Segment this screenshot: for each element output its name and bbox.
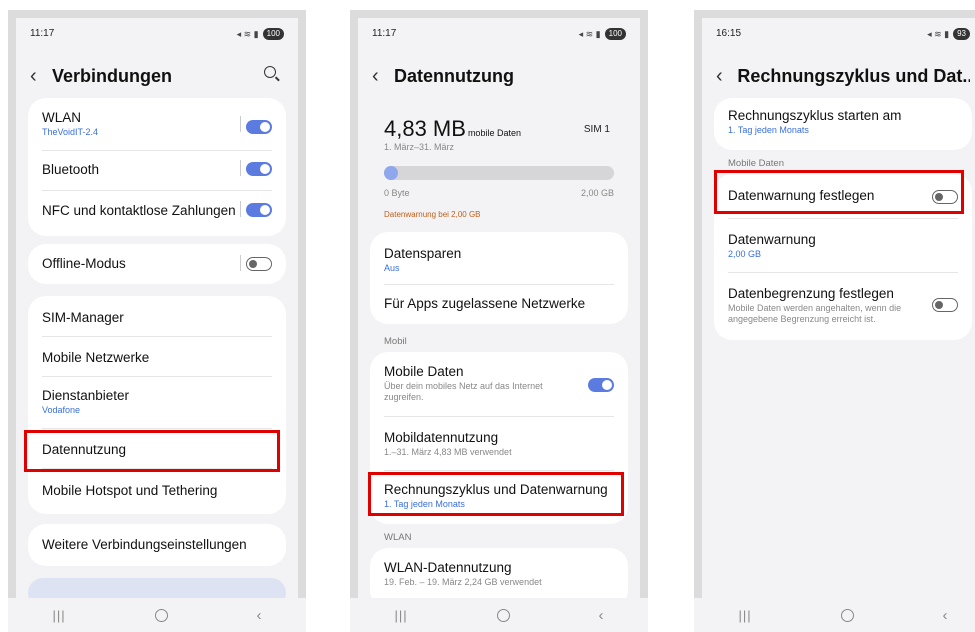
screen-rechnungszyklus: 16:15 ◂ ≋ ▮ 93 ‹ Rechnungszyklus und Dat.…	[694, 10, 975, 632]
nav-bar: ||| ‹	[694, 598, 975, 632]
list-item-wlan[interactable]: WLAN TheVoidIT-2.4	[42, 110, 272, 137]
warning-label: Datenwarnung bei 2,00 GB	[384, 210, 481, 219]
recent-apps-icon[interactable]: |||	[52, 608, 65, 623]
wlan-toggle[interactable]	[246, 120, 272, 134]
signal-icon: ◂ ≋ ▮	[578, 28, 601, 39]
status-time: 11:17	[30, 28, 55, 39]
list-item-sim-manager[interactable]: SIM-Manager	[42, 310, 272, 325]
battery-icon: 93	[953, 28, 970, 40]
app-bar: ‹ Datennutzung	[372, 62, 626, 90]
datenbegrenzung-toggle[interactable]	[932, 298, 958, 312]
list-item-datensparen[interactable]: Datensparen Aus	[384, 246, 614, 273]
usage-unit: mobile Daten	[467, 128, 521, 138]
mobile-data-toggle[interactable]	[588, 378, 614, 392]
home-icon[interactable]	[154, 608, 168, 622]
usage-min: 0 Byte	[384, 188, 410, 198]
card-connectivity: WLAN TheVoidIT-2.4 Bluetooth NFC und kon…	[28, 98, 286, 236]
signal-icon: ◂ ≋ ▮	[927, 28, 950, 39]
back-icon[interactable]: ‹	[30, 65, 52, 88]
list-item-weitere[interactable]: Weitere Verbindungseinstellungen	[42, 537, 272, 552]
list-item-dienstanbieter[interactable]: Dienstanbieter Vodafone	[42, 388, 272, 415]
battery-icon: 100	[604, 28, 626, 40]
list-item-datenwarnung[interactable]: Datenwarnung 2,00 GB	[728, 232, 958, 259]
page-title: Rechnungszyklus und Dat...	[737, 65, 970, 86]
list-item-mobildatennutzung[interactable]: Mobildatennutzung 1.–31. März 4,83 MB ve…	[384, 430, 614, 457]
recent-apps-icon[interactable]: |||	[738, 608, 751, 623]
card-network: SIM-Manager Mobile Netzwerke Dienstanbie…	[28, 296, 286, 514]
usage-summary: 4,83 MB mobile Daten	[384, 116, 521, 142]
card-more: Weitere Verbindungseinstellungen	[28, 524, 286, 566]
usage-value: 4,83 MB	[384, 116, 466, 141]
card-cycle: Rechnungszyklus starten am 1. Tag jeden …	[714, 98, 972, 150]
highlight-box	[368, 472, 624, 516]
bluetooth-toggle[interactable]	[246, 162, 272, 176]
app-bar: ‹ Verbindungen	[30, 62, 284, 90]
nav-back-icon[interactable]: ‹	[257, 607, 262, 624]
nav-bar: ||| ‹	[8, 598, 306, 632]
home-icon[interactable]	[496, 608, 510, 622]
list-item-hotspot[interactable]: Mobile Hotspot und Tethering	[42, 483, 272, 498]
recent-apps-icon[interactable]: |||	[394, 608, 407, 623]
page-title: Datennutzung	[394, 65, 514, 86]
list-item-datenbegrenzung[interactable]: Datenbegrenzung festlegen Mobile Daten w…	[728, 286, 916, 325]
search-icon[interactable]	[264, 66, 276, 78]
app-bar: ‹ Rechnungszyklus und Dat...	[716, 62, 970, 90]
nfc-toggle[interactable]	[246, 203, 272, 217]
page-title: Verbindungen	[52, 65, 173, 86]
status-bar: 11:17 ◂ ≋ ▮ 100	[372, 28, 626, 42]
list-item-mobile-netzwerke[interactable]: Mobile Netzwerke	[42, 350, 272, 365]
home-icon[interactable]	[840, 608, 854, 622]
status-bar: 16:15 ◂ ≋ ▮ 93	[716, 28, 970, 42]
nav-back-icon[interactable]: ‹	[599, 607, 604, 624]
status-time: 16:15	[716, 28, 742, 39]
screen-datennutzung: 11:17 ◂ ≋ ▮ 100 ‹ Datennutzung 4,83 MB mob…	[350, 10, 648, 632]
card-offline: Offline-Modus	[28, 244, 286, 284]
usage-bar	[384, 166, 614, 180]
list-item-offline-modus[interactable]: Offline-Modus	[42, 256, 272, 271]
list-item-nfc[interactable]: NFC und kontaktlose Zahlungen	[42, 203, 272, 218]
signal-icon: ◂ ≋ ▮	[236, 28, 259, 39]
nav-bar: ||| ‹	[350, 598, 648, 632]
usage-bar-fill	[384, 166, 398, 180]
list-item-mobile-daten[interactable]: Mobile Daten Über dein mobiles Netz auf …	[384, 364, 568, 403]
status-bar: 11:17 ◂ ≋ ▮ 100	[30, 28, 284, 42]
usage-period: 1. März–31. März	[384, 142, 455, 152]
section-mobile-daten: Mobile Daten	[728, 158, 784, 169]
screen-verbindungen: 11:17 ◂ ≋ ▮ 100 ‹ Verbindungen WLAN TheVo…	[8, 10, 306, 632]
list-item-zyklus-start[interactable]: Rechnungszyklus starten am 1. Tag jeden …	[728, 108, 958, 135]
status-time: 11:17	[372, 28, 397, 39]
nav-back-icon[interactable]: ‹	[943, 607, 948, 624]
offline-toggle[interactable]	[246, 257, 272, 271]
list-item-wlan-datennutzung[interactable]: WLAN-Datennutzung 19. Feb. – 19. März 2,…	[384, 560, 614, 587]
sim-label: SIM 1	[583, 124, 610, 135]
section-mobil: Mobil	[384, 336, 407, 347]
battery-icon: 100	[262, 28, 284, 40]
list-item-zugelassene-netzwerke[interactable]: Für Apps zugelassene Netzwerke	[384, 296, 614, 311]
back-icon[interactable]: ‹	[716, 65, 737, 88]
highlight-box	[24, 430, 280, 472]
card-saver: Datensparen Aus Für Apps zugelassene Net…	[370, 232, 628, 324]
highlight-box	[714, 170, 964, 214]
section-wlan: WLAN	[384, 532, 412, 543]
back-icon[interactable]: ‹	[372, 65, 394, 88]
list-item-bluetooth[interactable]: Bluetooth	[42, 162, 272, 177]
usage-max: 2,00 GB	[580, 188, 614, 198]
